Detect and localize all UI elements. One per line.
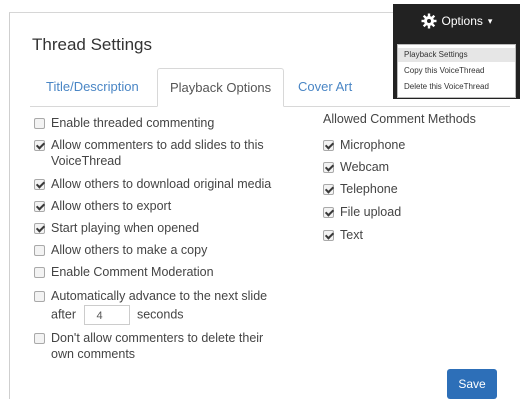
method-label: Microphone bbox=[340, 138, 406, 152]
options-button-label: Options bbox=[441, 14, 483, 28]
option-label: Allow others to download original media bbox=[51, 177, 272, 191]
after-label: after bbox=[51, 307, 77, 322]
option-label-line2: after 4 seconds bbox=[51, 305, 184, 325]
no-delete-checkbox[interactable] bbox=[34, 333, 45, 344]
copy-checkbox[interactable] bbox=[34, 245, 45, 256]
dialog-title: Thread Settings bbox=[32, 35, 153, 54]
chevron-down-icon: ▾ bbox=[487, 15, 493, 26]
tab-cover-art[interactable]: Cover Art bbox=[286, 68, 364, 105]
menu-item-copy-voicethread[interactable]: Copy this VoiceThread bbox=[398, 64, 515, 78]
option-label-line2: own comments bbox=[51, 347, 136, 361]
option-label: Allow commenters to add slides to this bbox=[51, 138, 264, 152]
option-label: Don't allow commenters to delete their bbox=[51, 331, 264, 345]
threaded-checkbox[interactable] bbox=[34, 118, 45, 129]
methods-title: Allowed Comment Methods bbox=[323, 112, 476, 126]
add-slides-checkbox[interactable] bbox=[34, 140, 45, 151]
options-button[interactable]: Options ▾ bbox=[393, 4, 520, 38]
gear-icon bbox=[421, 13, 437, 29]
menu-item-playback-settings[interactable]: Playback Settings bbox=[398, 48, 515, 62]
option-label: Start playing when opened bbox=[51, 221, 200, 235]
save-button[interactable]: Save bbox=[447, 369, 497, 399]
tab-title-description[interactable]: Title/Description bbox=[34, 68, 151, 105]
options-dropdown: Playback Settings Copy this VoiceThread … bbox=[397, 44, 516, 98]
menu-item-delete-voicethread[interactable]: Delete this VoiceThread bbox=[398, 80, 515, 94]
options-menu: Options ▾ Playback Settings Copy this Vo… bbox=[393, 4, 520, 99]
tab-playback-options[interactable]: Playback Options bbox=[157, 68, 285, 107]
method-label: Text bbox=[340, 228, 363, 242]
export-checkbox[interactable] bbox=[34, 201, 45, 212]
text-checkbox[interactable] bbox=[323, 230, 334, 241]
file-upload-checkbox[interactable] bbox=[323, 207, 334, 218]
option-label: Automatically advance to the next slide bbox=[51, 289, 268, 303]
autoplay-checkbox[interactable] bbox=[34, 223, 45, 234]
option-label: Enable Comment Moderation bbox=[51, 265, 214, 279]
advance-checkbox[interactable] bbox=[34, 291, 45, 302]
moderation-checkbox[interactable] bbox=[34, 267, 45, 278]
download-checkbox[interactable] bbox=[34, 179, 45, 190]
webcam-checkbox[interactable] bbox=[323, 162, 334, 173]
seconds-label: seconds bbox=[136, 307, 184, 322]
option-label: Enable threaded commenting bbox=[51, 116, 215, 130]
telephone-checkbox[interactable] bbox=[323, 184, 334, 195]
method-label: Webcam bbox=[340, 160, 390, 174]
microphone-checkbox[interactable] bbox=[323, 140, 334, 151]
method-label: Telephone bbox=[340, 182, 398, 196]
method-label: File upload bbox=[340, 205, 402, 219]
option-label-line2: VoiceThread bbox=[51, 154, 122, 168]
option-label: Allow others to export bbox=[51, 199, 172, 213]
option-label: Allow others to make a copy bbox=[51, 243, 208, 257]
seconds-input[interactable]: 4 bbox=[83, 305, 130, 325]
